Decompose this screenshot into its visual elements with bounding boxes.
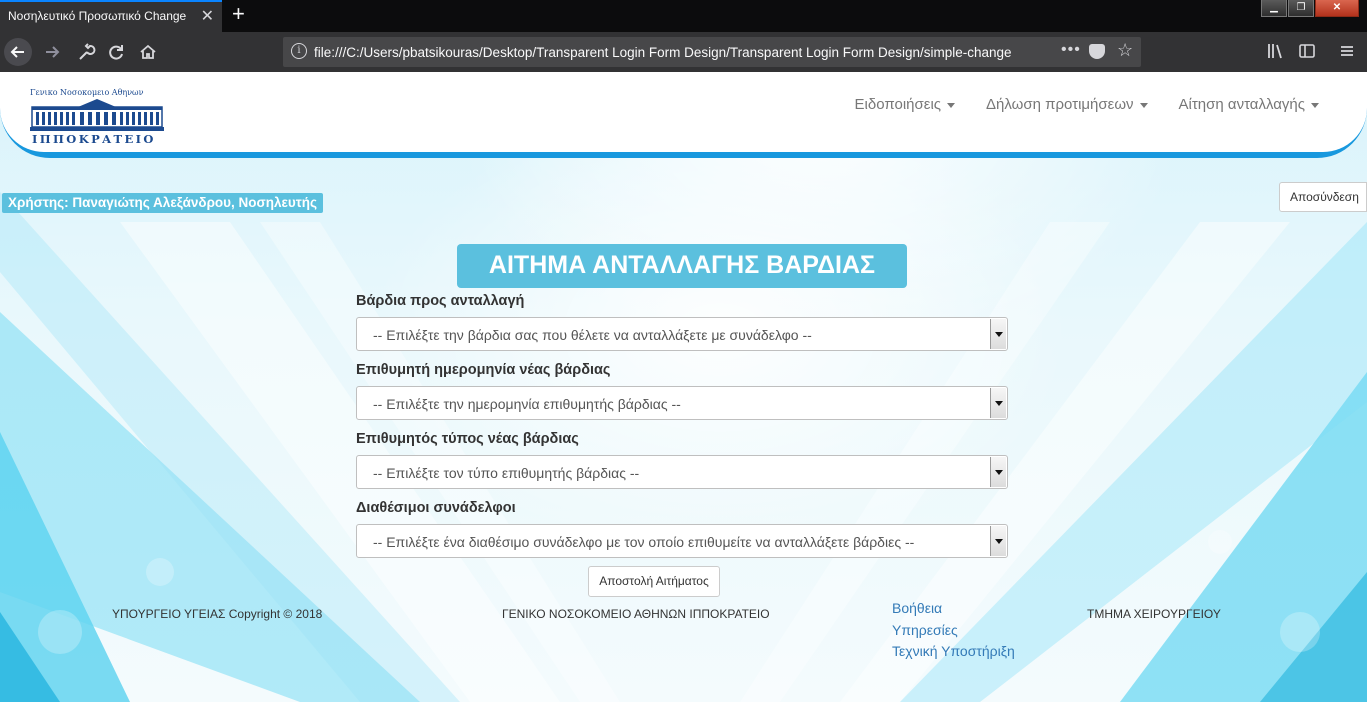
nav-preferences[interactable]: Δήλωση προτιμήσεων xyxy=(986,96,1148,113)
nav-swap-request[interactable]: Αίτηση ανταλλαγής xyxy=(1179,96,1319,113)
address-bar[interactable]: i file:///C:/Users/pbatsikouras/Desktop/… xyxy=(283,37,1141,67)
desired-date-label: Επιθυμητή ημερομηνία νέας βάρδιας xyxy=(356,362,611,378)
caret-down-icon xyxy=(1139,102,1148,108)
browser-toolbar: i file:///C:/Users/pbatsikouras/Desktop/… xyxy=(0,32,1367,72)
info-icon[interactable]: i xyxy=(291,43,307,59)
home-icon[interactable] xyxy=(134,38,162,66)
footer-link-services[interactable]: Υπηρεσίες xyxy=(892,622,958,638)
tab-title: Νοσηλευτικό Προσωπικό Change xyxy=(8,9,187,23)
page-actions-icon[interactable]: ••• xyxy=(1061,41,1081,59)
footer-copyright: ΥΠΟΥΡΓΕΙΟ ΥΓΕΙΑΣ Copyright © 2018 xyxy=(112,607,323,621)
main-nav: Ειδοποιήσεις Δήλωση προτιμήσεων Αίτηση α… xyxy=(855,96,1319,113)
minimize-icon[interactable]: ▁ xyxy=(1261,0,1287,17)
back-icon[interactable] xyxy=(4,38,32,66)
footer-link-help[interactable]: Βοήθεια xyxy=(892,600,942,616)
available-colleagues-value: -- Επιλέξτε ένα διαθέσιμο συνάδελφο με τ… xyxy=(373,534,915,550)
maximize-icon[interactable]: ❐ xyxy=(1288,0,1314,17)
shift-to-swap-label: Βάρδια προς ανταλλαγή xyxy=(356,293,525,309)
nav-swap-request-label: Αίτηση ανταλλαγής xyxy=(1178,96,1305,113)
pocket-icon[interactable] xyxy=(1089,44,1105,59)
dropdown-arrow-icon[interactable] xyxy=(990,526,1006,556)
sidebar-icon[interactable] xyxy=(1298,42,1316,65)
logout-button[interactable]: Αποσύνδεση xyxy=(1279,182,1367,212)
available-colleagues-label: Διαθέσιμοι συνάδελφοι xyxy=(356,500,516,516)
footer-department: ΤΜΗΜΑ ΧΕΙΡΟΥΡΓΕΙΟΥ xyxy=(1087,607,1221,621)
available-colleagues-select[interactable]: -- Επιλέξτε ένα διαθέσιμο συνάδελφο με τ… xyxy=(356,524,1008,558)
caret-down-icon xyxy=(947,102,956,108)
url-text[interactable]: file:///C:/Users/pbatsikouras/Desktop/Tr… xyxy=(314,45,1026,60)
caret-down-icon xyxy=(1311,102,1319,108)
dropdown-arrow-icon[interactable] xyxy=(990,457,1006,487)
desired-date-select[interactable]: -- Επιλέξτε την ημερομηνία επιθυμητής βά… xyxy=(356,386,1008,420)
dropdown-arrow-icon[interactable] xyxy=(990,319,1006,349)
logo-top-text: Γενικο Νοσοκομειο Αθηνων xyxy=(30,88,144,97)
desired-type-select[interactable]: -- Επιλέξτε τον τύπο επιθυμητής βάρδιας … xyxy=(356,455,1008,489)
footer-hospital: ΓΕΝΙΚΟ ΝΟΣΟΚΟΜΕΙΟ ΑΘΗΝΩΝ ΙΠΠΟΚΡΑΤΕΙΟ xyxy=(502,607,770,621)
site-header: Γενικο Νοσοκομειο Αθηνων ΙΠΠΟΚΡΑΤΕΙΟ Ειδ… xyxy=(0,72,1367,158)
window-controls: ▁ ❐ ✕ xyxy=(1261,0,1359,17)
shift-to-swap-select[interactable]: -- Επιλέξτε την βάρδια σας που θέλετε να… xyxy=(356,317,1008,351)
shift-to-swap-value: -- Επιλέξτε την βάρδια σας που θέλετε να… xyxy=(373,327,812,343)
forward-icon[interactable] xyxy=(38,38,66,66)
footer-link-support[interactable]: Τεχνική Υποστήριξη xyxy=(892,643,1015,659)
current-user-label: Χρήστης: Παναγιώτης Αλεξάνδρου, Νοσηλευτ… xyxy=(2,193,324,213)
desired-type-label: Επιθυμητός τύπος νέας βάρδιας xyxy=(356,431,579,447)
page-viewport: Γενικο Νοσοκομειο Αθηνων ΙΠΠΟΚΡΑΤΕΙΟ Ειδ… xyxy=(0,72,1367,702)
wrench-icon[interactable] xyxy=(72,38,100,66)
window-close-icon[interactable]: ✕ xyxy=(1315,0,1359,17)
close-tab-icon[interactable]: ✕ xyxy=(201,6,214,26)
browser-tab-bar: Νοσηλευτικό Προσωπικό Change ✕ + ▁ ❐ ✕ xyxy=(0,0,1367,32)
dropdown-arrow-icon[interactable] xyxy=(990,388,1006,418)
library-icon[interactable] xyxy=(1266,42,1284,65)
new-tab-button[interactable]: + xyxy=(232,3,245,25)
desired-date-value: -- Επιλέξτε την ημερομηνία επιθυμητής βά… xyxy=(373,396,681,412)
nav-preferences-label: Δήλωση προτιμήσεων xyxy=(986,96,1134,113)
browser-tab[interactable]: Νοσηλευτικό Προσωπικό Change ✕ xyxy=(0,0,222,32)
submit-request-button[interactable]: Αποστολή Αιτήματος xyxy=(588,566,720,597)
nav-notifications[interactable]: Ειδοποιήσεις xyxy=(854,96,956,113)
desired-type-value: -- Επιλέξτε τον τύπο επιθυμητής βάρδιας … xyxy=(373,465,640,481)
hamburger-menu-icon[interactable] xyxy=(1338,42,1356,65)
form-title: ΑΙΤΗΜΑ ΑΝΤΑΛΛΑΓΗΣ ΒΑΡΔΙΑΣ xyxy=(457,244,907,288)
building-icon xyxy=(30,99,164,131)
nav-notifications-label: Ειδοποιήσεις xyxy=(854,96,942,113)
hospital-logo[interactable]: Γενικο Νοσοκομειο Αθηνων ΙΠΠΟΚΡΑΤΕΙΟ xyxy=(28,86,168,146)
bookmark-star-icon[interactable]: ☆ xyxy=(1117,40,1133,61)
reload-icon[interactable] xyxy=(102,38,130,66)
logo-bottom-text: ΙΠΠΟΚΡΑΤΕΙΟ xyxy=(32,132,156,146)
